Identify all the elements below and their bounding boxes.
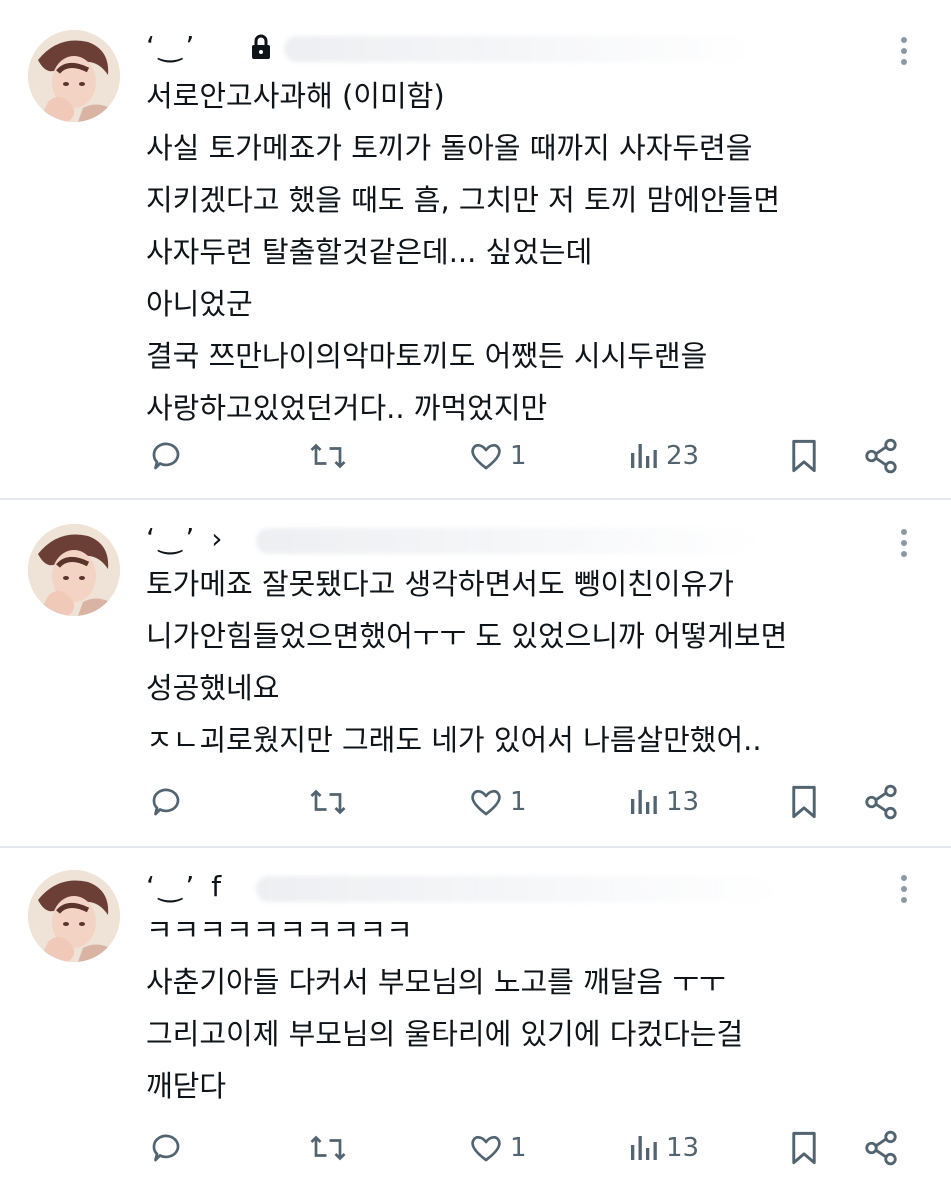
reply-button[interactable]	[148, 434, 184, 478]
share-icon	[865, 1130, 897, 1166]
view-count: 13	[666, 787, 700, 817]
display-name-fragment: ‘‿’ ›	[146, 522, 227, 555]
reply-button[interactable]	[148, 1126, 184, 1170]
bookmark-icon	[792, 439, 816, 473]
views-button[interactable]: 13	[626, 780, 699, 824]
like-count: 1	[510, 441, 527, 471]
share-button[interactable]	[862, 434, 900, 478]
redacted-username	[284, 36, 754, 62]
display-name-fragment: ‘‿’ f	[146, 870, 226, 903]
more-vertical-icon[interactable]	[896, 526, 912, 560]
avatar-image	[28, 870, 120, 962]
views-button[interactable]: 23	[626, 434, 699, 478]
redacted-username	[256, 528, 756, 554]
heart-icon	[471, 789, 501, 816]
reply-icon	[152, 442, 180, 470]
tweet-header: ‘‿’ ›	[146, 522, 766, 556]
avatar-image	[28, 524, 120, 616]
retweet-icon	[310, 789, 346, 815]
like-button[interactable]: 1	[468, 434, 527, 478]
reply-icon	[152, 788, 180, 816]
retweet-button[interactable]	[308, 434, 348, 478]
tweet-text: ㅋㅋㅋㅋㅋㅋㅋㅋㅋㅋ 사춘기아들 다커서 부모님의 노고를 깨달음 ㅜㅜ 그리고…	[146, 913, 744, 1103]
tweet-actions: 1 13	[146, 1126, 916, 1170]
retweet-icon	[310, 1135, 346, 1161]
retweet-button[interactable]	[308, 1126, 348, 1170]
more-vertical-icon[interactable]	[896, 34, 912, 68]
tweet-header: ‘‿’ f	[146, 870, 776, 904]
tweet-actions: 1 23	[146, 434, 916, 478]
views-icon	[631, 790, 657, 814]
views-icon	[631, 444, 657, 468]
more-vertical-icon[interactable]	[896, 872, 912, 906]
lock-icon	[250, 34, 272, 60]
tweet-actions: 1 13	[146, 780, 916, 824]
share-button[interactable]	[862, 1126, 900, 1170]
tweet-text: 토가메죠 잘못됐다고 생각하면서도 뺑이친이유가 니가안힘들었으면했어ㅜㅜ 도 …	[146, 567, 788, 757]
bookmark-icon	[792, 1131, 816, 1165]
bookmark-icon	[792, 785, 816, 819]
view-count: 23	[666, 441, 700, 471]
tweet-2[interactable]: ‘‿’ › 토가메죠 잘못됐다고 생각하면서도 뺑이친이유가 니가안힘들었으면했…	[0, 500, 951, 846]
avatar[interactable]	[28, 870, 120, 962]
reply-icon	[152, 1134, 180, 1162]
display-name-fragment: ‘‿’	[146, 30, 199, 63]
tweet-3[interactable]: ‘‿’ f ㅋㅋㅋㅋㅋㅋㅋㅋㅋㅋ 사춘기아들 다커서 부모님의 노고를 깨달음 …	[0, 848, 951, 1200]
like-count: 1	[510, 1133, 527, 1163]
avatar-image	[28, 30, 120, 122]
views-icon	[631, 1136, 657, 1160]
share-button[interactable]	[862, 780, 900, 824]
avatar[interactable]	[28, 30, 120, 122]
bookmark-button[interactable]	[786, 1126, 822, 1170]
tweet-1[interactable]: ‘‿’ 서로안고사과해 (이미함) 사실 토가메죠가 토끼가 돌아올 때까지 사…	[0, 0, 951, 498]
heart-icon	[471, 1135, 501, 1162]
retweet-button[interactable]	[308, 780, 348, 824]
retweet-icon	[310, 443, 346, 469]
reply-button[interactable]	[148, 780, 184, 824]
tweet-header: ‘‿’	[146, 30, 766, 64]
bookmark-button[interactable]	[786, 780, 822, 824]
views-button[interactable]: 13	[626, 1126, 699, 1170]
like-button[interactable]: 1	[468, 780, 527, 824]
share-icon	[865, 784, 897, 820]
bookmark-button[interactable]	[786, 434, 822, 478]
heart-icon	[471, 443, 501, 470]
like-button[interactable]: 1	[468, 1126, 527, 1170]
view-count: 13	[666, 1133, 700, 1163]
redacted-username	[256, 876, 776, 902]
share-icon	[865, 438, 897, 474]
avatar[interactable]	[28, 524, 120, 616]
like-count: 1	[510, 787, 527, 817]
tweet-text: 서로안고사과해 (이미함) 사실 토가메죠가 토끼가 돌아올 때까지 사자두련을…	[146, 79, 781, 425]
